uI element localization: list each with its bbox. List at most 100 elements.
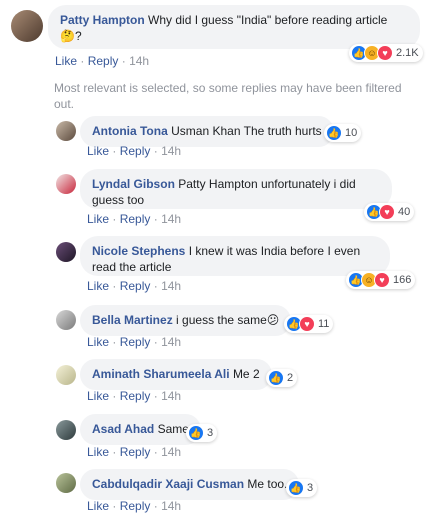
timestamp[interactable]: 14h — [161, 499, 181, 513]
reply-link[interactable]: Reply — [120, 212, 151, 226]
reactions-summary[interactable]: 👍 ☺ ♥ 166 — [346, 271, 416, 289]
avatar[interactable] — [56, 420, 76, 440]
comment-actions: Like · Reply · 14h — [87, 212, 181, 226]
comment-bubble: Aminath Sharumeela Ali Me 2 — [80, 359, 272, 390]
comment-actions: Like · Reply · 14h — [87, 389, 181, 403]
comment-text: Usman Khan The truth hurts — [171, 124, 322, 138]
reactions-summary[interactable]: 👍 2 — [266, 369, 298, 387]
comment-text: Me too. — [247, 477, 288, 491]
avatar[interactable] — [56, 242, 76, 262]
love-icon: ♥ — [299, 316, 315, 332]
reply-link[interactable]: Reply — [88, 54, 119, 68]
reply-link[interactable]: Reply — [120, 335, 151, 349]
comment-text: Why did I guess "India" before reading a… — [148, 13, 388, 27]
separator: · — [112, 445, 117, 459]
like-icon: 👍 — [288, 480, 304, 496]
like-link[interactable]: Like — [87, 212, 109, 226]
comment-actions: Like · Reply · 14h — [55, 54, 149, 68]
separator: · — [112, 335, 117, 349]
reactions-summary[interactable]: 👍 3 — [186, 424, 218, 442]
comment-actions: Like · Reply · 14h — [87, 499, 181, 513]
separator: · — [153, 212, 158, 226]
like-icon: 👍 — [268, 370, 284, 386]
separator: · — [112, 212, 117, 226]
timestamp[interactable]: 14h — [161, 144, 181, 158]
avatar[interactable] — [56, 365, 76, 385]
reply-link[interactable]: Reply — [120, 279, 151, 293]
reaction-count: 2 — [287, 372, 294, 384]
comment-bubble: Patty Hampton Why did I guess "India" be… — [48, 5, 420, 49]
comment-author[interactable]: Aminath Sharumeela Ali — [92, 367, 230, 381]
avatar[interactable] — [11, 10, 43, 42]
like-icon: 👍 — [326, 125, 342, 141]
comment-text: i guess the same😕 — [176, 313, 280, 327]
comment-bubble: Asad Ahad Same — [80, 414, 201, 445]
comment-bubble: Cabdulqadir Xaaji Cusman Me too. — [80, 469, 300, 500]
comment-text-continued: 🤔? — [60, 29, 82, 43]
separator: · — [112, 389, 117, 403]
comment-bubble: Bella Martinez i guess the same😕 — [80, 305, 292, 336]
timestamp[interactable]: 14h — [161, 212, 181, 226]
separator: · — [153, 279, 158, 293]
reaction-count: 40 — [398, 206, 411, 218]
reply-link[interactable]: Reply — [120, 499, 151, 513]
comment-author[interactable]: Asad Ahad — [92, 422, 154, 436]
avatar[interactable] — [56, 473, 76, 493]
reaction-count: 11 — [318, 318, 330, 330]
comment-bubble: Antonia Tona Usman Khan The truth hurts — [80, 116, 334, 147]
reply-link[interactable]: Reply — [120, 144, 151, 158]
reaction-count: 166 — [393, 274, 412, 286]
comment-actions: Like · Reply · 14h — [87, 144, 181, 158]
like-icon: 👍 — [188, 425, 204, 441]
timestamp[interactable]: 14h — [161, 389, 181, 403]
reactions-summary[interactable]: 👍 3 — [286, 479, 318, 497]
like-link[interactable]: Like — [87, 445, 109, 459]
separator: · — [153, 389, 158, 403]
like-link[interactable]: Like — [87, 144, 109, 158]
reply-link[interactable]: Reply — [120, 389, 151, 403]
comment-author[interactable]: Patty Hampton — [60, 13, 145, 27]
reactions-summary[interactable]: 👍 ♥ 40 — [364, 203, 415, 221]
separator: · — [80, 54, 85, 68]
separator: · — [121, 54, 126, 68]
separator: · — [112, 279, 117, 293]
reactions-summary[interactable]: 👍 ☺ ♥ 2.1K — [349, 44, 423, 62]
timestamp[interactable]: 14h — [161, 279, 181, 293]
separator: · — [153, 445, 158, 459]
reactions-summary[interactable]: 👍 ♥ 11 — [284, 315, 334, 333]
filter-note: Most relevant is selected, so some repli… — [54, 81, 402, 111]
avatar[interactable] — [56, 121, 76, 141]
reaction-count: 2.1K — [396, 47, 419, 59]
reaction-count: 3 — [207, 427, 214, 439]
comment-bubble: Lyndal Gibson Patty Hampton unfortunatel… — [80, 169, 392, 209]
timestamp[interactable]: 14h — [129, 54, 149, 68]
like-link[interactable]: Like — [55, 54, 77, 68]
love-icon: ♥ — [377, 45, 393, 61]
avatar[interactable] — [56, 174, 76, 194]
comment-author[interactable]: Bella Martinez — [92, 313, 173, 327]
reaction-count: 3 — [307, 482, 314, 494]
love-icon: ♥ — [379, 204, 395, 220]
comment-author[interactable]: Nicole Stephens — [92, 244, 185, 258]
timestamp[interactable]: 14h — [161, 445, 181, 459]
love-icon: ♥ — [374, 272, 390, 288]
comment-actions: Like · Reply · 14h — [87, 279, 181, 293]
like-link[interactable]: Like — [87, 335, 109, 349]
separator: · — [153, 335, 158, 349]
comment-actions: Like · Reply · 14h — [87, 335, 181, 349]
comment-text: Me 2 — [232, 367, 260, 381]
like-link[interactable]: Like — [87, 279, 109, 293]
timestamp[interactable]: 14h — [161, 335, 181, 349]
separator: · — [112, 144, 117, 158]
comment-actions: Like · Reply · 14h — [87, 445, 181, 459]
reactions-summary[interactable]: 👍 10 — [324, 124, 362, 142]
comment-author[interactable]: Cabdulqadir Xaaji Cusman — [92, 477, 244, 491]
comment-author[interactable]: Lyndal Gibson — [92, 177, 175, 191]
like-link[interactable]: Like — [87, 389, 109, 403]
avatar[interactable] — [56, 310, 76, 330]
separator: · — [153, 144, 158, 158]
comment-author[interactable]: Antonia Tona — [92, 124, 168, 138]
like-link[interactable]: Like — [87, 499, 109, 513]
reply-link[interactable]: Reply — [120, 445, 151, 459]
reaction-count: 10 — [345, 127, 358, 139]
